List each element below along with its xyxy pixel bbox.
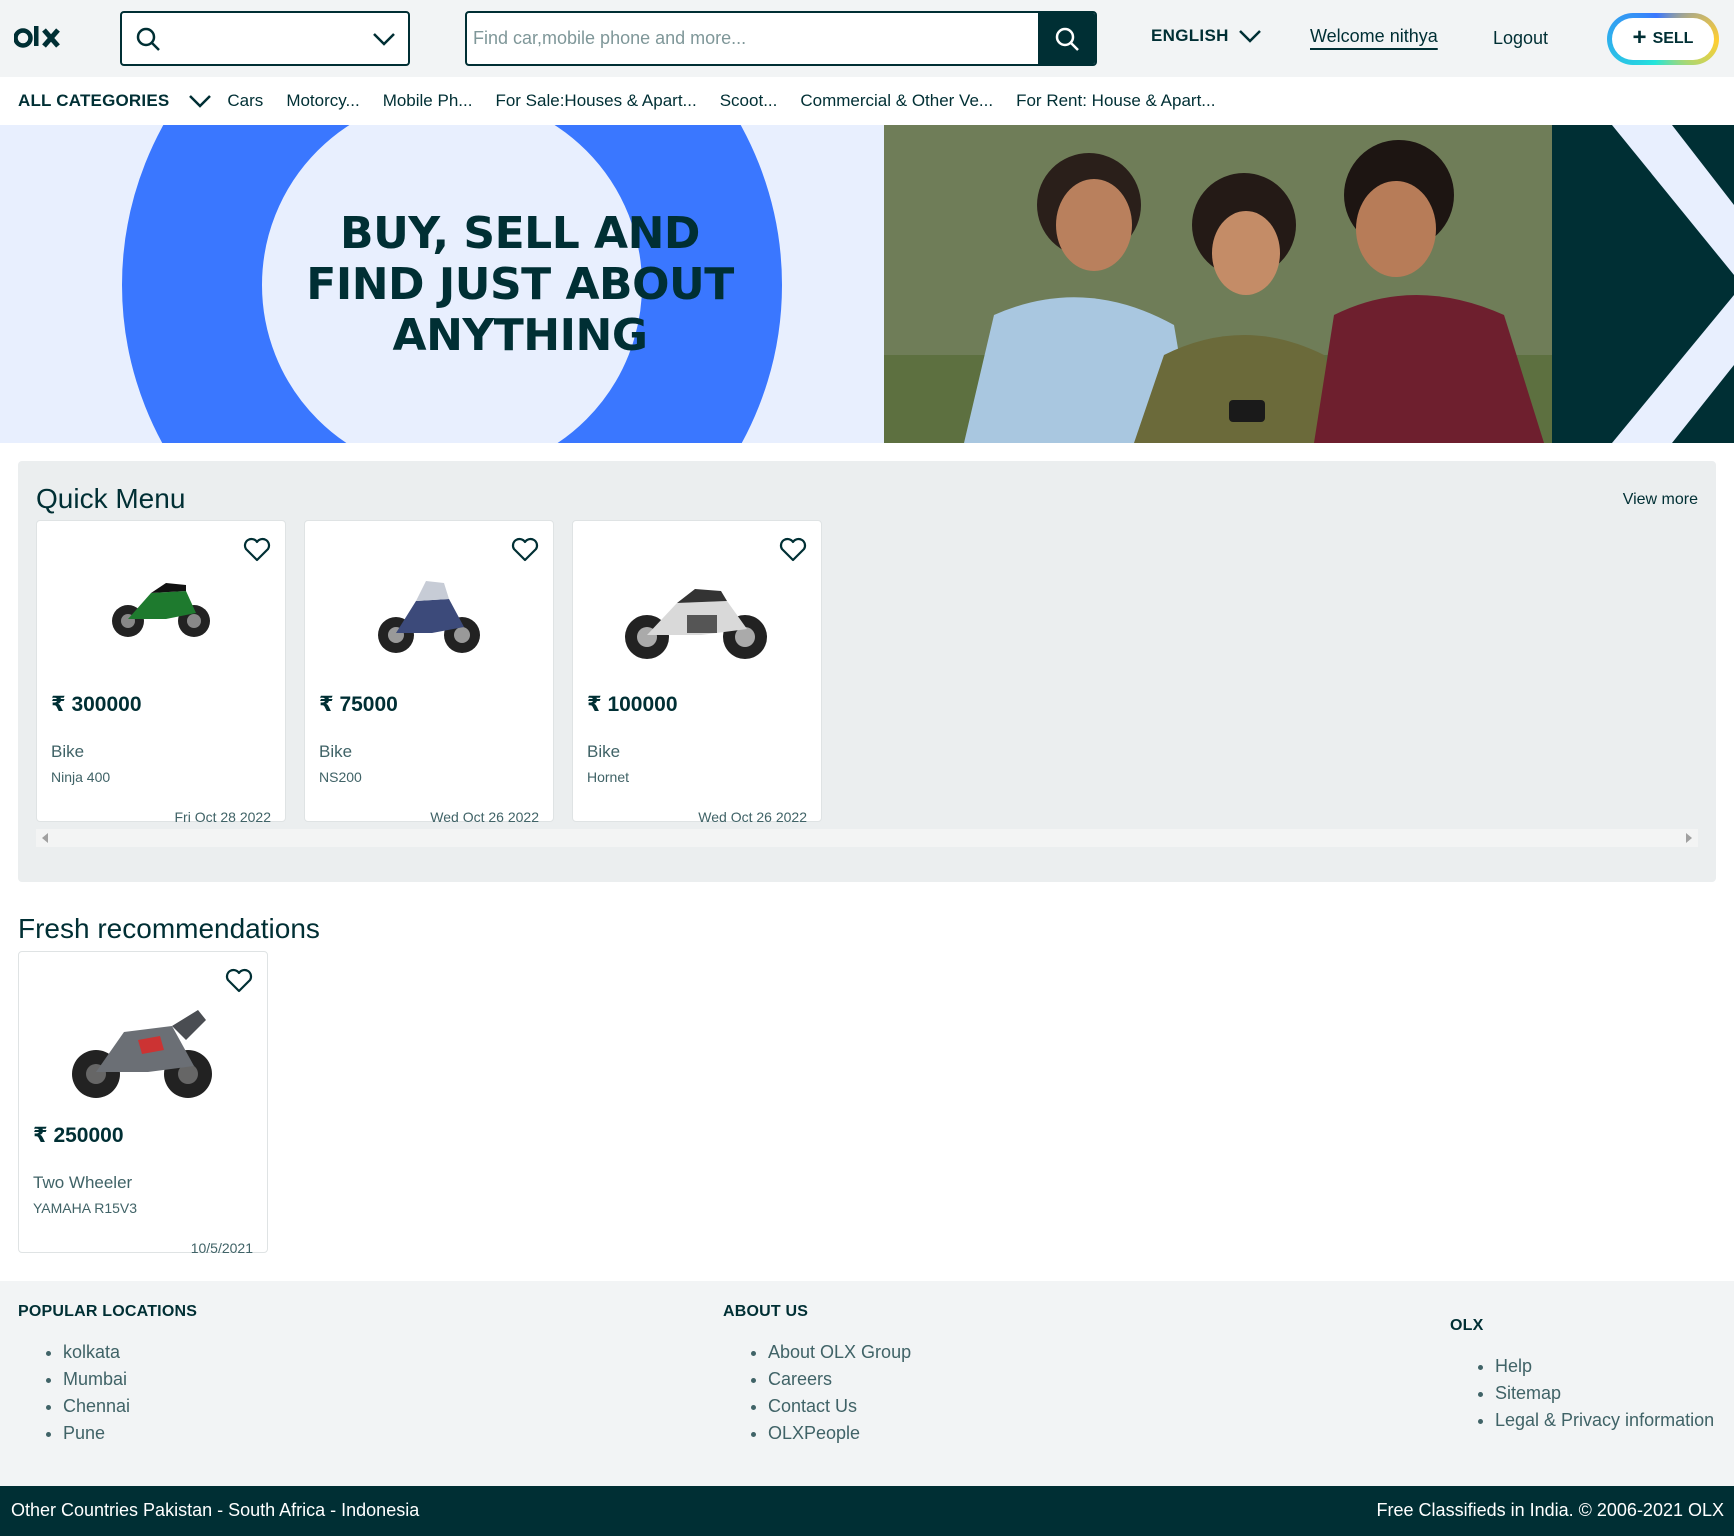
footer-link-chennai[interactable]: Chennai — [63, 1393, 197, 1420]
listing-date: Fri Oct 28 2022 — [174, 809, 272, 825]
horizontal-scrollbar[interactable] — [36, 829, 1698, 847]
listing-title: Hornet — [587, 769, 630, 785]
listing-card[interactable]: ₹ 100000 Bike Hornet Wed Oct 26 2022 — [572, 520, 822, 825]
banner-graphic: BUY, SELL AND FIND JUST ABOUT ANYTHING — [0, 125, 884, 443]
chevron-down-icon — [1238, 30, 1261, 43]
listing-category: Bike — [587, 742, 621, 761]
footer-heading: OLX — [1450, 1317, 1484, 1334]
footer-link-contact-us[interactable]: Contact Us — [768, 1393, 911, 1420]
copyright-text: Free Classifieds in India. © 2006-2021 O… — [1376, 1500, 1724, 1520]
listing-date: Wed Oct 26 2022 — [430, 809, 539, 825]
location-selector[interactable] — [120, 11, 410, 66]
language-selector[interactable]: ENGLISH — [1151, 26, 1263, 46]
listing-title: Ninja 400 — [51, 769, 111, 785]
scroll-left-icon[interactable] — [42, 833, 48, 843]
banner-arrow-panel — [1552, 125, 1734, 443]
scroll-right-icon[interactable] — [1686, 833, 1692, 843]
chevron-down-icon[interactable] — [187, 91, 213, 111]
banner-line-3: ANYTHING — [392, 310, 648, 361]
listing-date: Wed Oct 26 2022 — [698, 809, 807, 825]
heart-icon[interactable] — [225, 968, 253, 994]
listing-price: ₹ 250000 — [33, 1124, 124, 1147]
bottom-bar: Other Countries Pakistan - South Africa … — [0, 1486, 1734, 1536]
olx-logo[interactable] — [14, 22, 66, 54]
view-more-link[interactable]: View more — [1623, 491, 1698, 509]
motorbike-image — [72, 1010, 212, 1098]
footer-heading: ABOUT US — [723, 1303, 809, 1320]
listing-category: Bike — [319, 742, 353, 761]
motorbike-image — [112, 583, 210, 637]
listing-card[interactable]: ₹ 75000 Bike NS200 Wed Oct 26 2022 — [304, 520, 554, 825]
footer-link-sitemap[interactable]: Sitemap — [1495, 1380, 1714, 1407]
footer-link-mumbai[interactable]: Mumbai — [63, 1366, 197, 1393]
banner-photo-people — [884, 125, 1552, 443]
heart-icon[interactable] — [511, 537, 539, 563]
footer-link-about-olx-group[interactable]: About OLX Group — [768, 1339, 911, 1366]
footer-link-kolkata[interactable]: kolkata — [63, 1339, 197, 1366]
banner-line-1: BUY, SELL AND — [340, 208, 700, 259]
listing-price: ₹ 300000 — [51, 693, 142, 716]
category-link-houses-for-sale[interactable]: For Sale:Houses & Apart... — [495, 91, 696, 111]
sell-label: SELL — [1652, 30, 1694, 47]
category-link-commercial-vehicles[interactable]: Commercial & Other Ve... — [800, 91, 993, 111]
footer-about-us: ABOUT US About OLX Group Careers Contact… — [723, 1303, 911, 1447]
listing-price: ₹ 100000 — [587, 693, 678, 716]
footer-olx: OLX Help Sitemap Legal & Privacy informa… — [1450, 1317, 1714, 1434]
fresh-recommendations-title: Fresh recommendations — [18, 913, 320, 944]
footer-link-legal-privacy[interactable]: Legal & Privacy information — [1495, 1407, 1714, 1434]
heart-icon[interactable] — [779, 537, 807, 563]
footer-heading: POPULAR LOCATIONS — [18, 1303, 198, 1320]
search-icon — [136, 27, 160, 51]
listing-category: Two Wheeler — [33, 1173, 133, 1192]
motorbike-image — [625, 589, 767, 659]
quick-menu-section: Quick Menu View more ₹ 300000 Bike Ninja… — [18, 461, 1716, 882]
quick-menu-title: Quick Menu — [36, 483, 186, 514]
footer-link-careers[interactable]: Careers — [768, 1366, 911, 1393]
footer-popular-locations: POPULAR LOCATIONS kolkata Mumbai Chennai… — [18, 1303, 197, 1447]
listing-title: YAMAHA R15V3 — [33, 1200, 138, 1216]
listing-category: Bike — [51, 742, 85, 761]
footer-link-pune[interactable]: Pune — [63, 1420, 197, 1447]
listing-title: NS200 — [319, 769, 362, 785]
language-label: ENGLISH — [1151, 26, 1229, 45]
search-button[interactable] — [1038, 13, 1095, 64]
footer-link-help[interactable]: Help — [1495, 1353, 1714, 1380]
listing-price: ₹ 75000 — [319, 693, 398, 716]
category-link-houses-for-rent[interactable]: For Rent: House & Apart... — [1016, 91, 1215, 111]
category-bar: ALL CATEGORIES Cars Motorcy... Mobile Ph… — [0, 77, 1734, 125]
other-countries-text: Other Countries Pakistan - South Africa … — [11, 1500, 420, 1520]
top-header: ENGLISH Welcome nithya Logout + SELL — [0, 0, 1734, 77]
search-icon — [1055, 27, 1079, 51]
category-link-mobile-phones[interactable]: Mobile Ph... — [383, 91, 473, 111]
banner-headline: BUY, SELL AND FIND JUST ABOUT ANYTHING — [300, 208, 740, 361]
category-link-motorcycles[interactable]: Motorcy... — [286, 91, 359, 111]
welcome-user-link[interactable]: Welcome nithya — [1310, 26, 1438, 47]
listing-card[interactable]: ₹ 250000 Two Wheeler YAMAHA R15V3 10/5/2… — [18, 951, 268, 1256]
category-link-cars[interactable]: Cars — [227, 91, 263, 111]
all-categories-button[interactable]: ALL CATEGORIES — [18, 91, 169, 111]
banner-line-2: FIND JUST ABOUT — [306, 259, 734, 310]
listing-date: 10/5/2021 — [190, 1240, 253, 1256]
search-input[interactable] — [467, 13, 1040, 64]
sell-button[interactable]: + SELL — [1607, 13, 1719, 65]
footer: POPULAR LOCATIONS kolkata Mumbai Chennai… — [0, 1281, 1734, 1486]
hero-banner[interactable]: BUY, SELL AND FIND JUST ABOUT ANYTHING — [0, 125, 1734, 443]
category-link-scooters[interactable]: Scoot... — [720, 91, 778, 111]
plus-icon: + — [1632, 23, 1647, 51]
main-search-bar — [465, 11, 1097, 66]
logout-link[interactable]: Logout — [1493, 28, 1548, 49]
footer-link-olxpeople[interactable]: OLXPeople — [768, 1420, 911, 1447]
motorbike-image — [378, 581, 480, 653]
chevron-down-icon[interactable] — [370, 27, 398, 51]
listing-card[interactable]: ₹ 300000 Bike Ninja 400 Fri Oct 28 2022 — [36, 520, 286, 825]
heart-icon[interactable] — [243, 537, 271, 563]
